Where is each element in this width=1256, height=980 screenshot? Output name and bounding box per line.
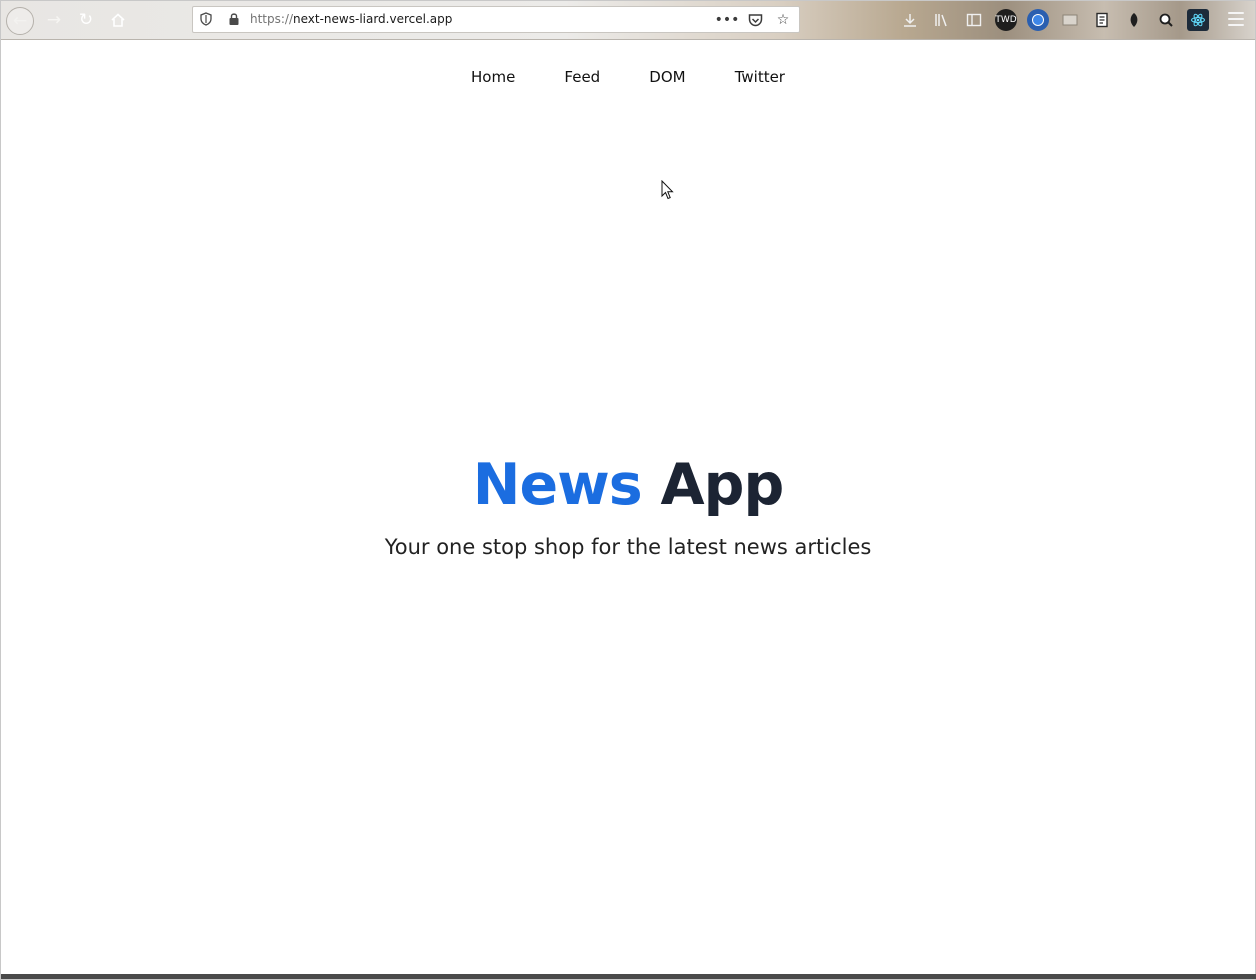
url-protocol: https:// bbox=[250, 12, 294, 26]
back-button[interactable]: ← bbox=[6, 7, 34, 35]
url-text[interactable]: https://next-news-liard.vercel.app bbox=[250, 12, 452, 26]
forward-arrow-icon: → bbox=[46, 9, 62, 30]
lock-icon[interactable] bbox=[228, 12, 240, 26]
reload-button[interactable]: ↻ bbox=[73, 7, 99, 33]
hero-section: News App Your one stop shop for the late… bbox=[2, 450, 1254, 559]
globe-extension-icon[interactable] bbox=[1027, 9, 1049, 31]
taskbar-edge bbox=[1, 974, 1256, 979]
shield-icon[interactable] bbox=[200, 12, 212, 26]
page-subtitle: Your one stop shop for the latest news a… bbox=[384, 535, 872, 560]
star-icon[interactable]: ☆ bbox=[773, 10, 793, 30]
react-devtools-icon[interactable] bbox=[1187, 9, 1209, 31]
browser-toolbar: ← → ↻ https://next-news-liard.vercel.app bbox=[1, 1, 1255, 40]
title-accent-word: News bbox=[472, 452, 643, 518]
sidebar-icon[interactable] bbox=[963, 9, 985, 31]
search-extension-icon[interactable] bbox=[1155, 9, 1177, 31]
nav-link-feed[interactable]: Feed bbox=[564, 68, 600, 86]
page-content: Home Feed DOM Twitter News App Your one … bbox=[2, 40, 1254, 975]
screenshot-extension-icon[interactable] bbox=[1059, 9, 1081, 31]
forward-button[interactable]: → bbox=[41, 7, 67, 33]
library-icon[interactable] bbox=[931, 9, 953, 31]
mouse-cursor-icon bbox=[661, 180, 674, 200]
twd-badge-text: TWD bbox=[995, 15, 1017, 25]
page-title: News App bbox=[2, 450, 1254, 521]
browser-window: ← → ↻ https://next-news-liard.vercel.app bbox=[0, 0, 1256, 980]
title-rest-word: App bbox=[660, 452, 785, 518]
download-icon[interactable] bbox=[899, 9, 921, 31]
more-dots-icon[interactable]: ••• bbox=[715, 10, 740, 30]
home-icon bbox=[111, 13, 125, 27]
twd-extension-icon[interactable]: TWD bbox=[995, 9, 1017, 31]
reload-icon: ↻ bbox=[78, 9, 94, 30]
page-actions: ••• ☆ bbox=[715, 10, 793, 30]
url-host: next-news-liard.vercel.app bbox=[293, 12, 453, 26]
site-nav: Home Feed DOM Twitter bbox=[2, 67, 1254, 86]
nav-link-home[interactable]: Home bbox=[471, 68, 515, 86]
extensions-toolbar: TWD bbox=[899, 8, 1209, 32]
notes-extension-icon[interactable] bbox=[1091, 9, 1113, 31]
url-bar[interactable]: https://next-news-liard.vercel.app ••• ☆ bbox=[192, 6, 800, 33]
leaf-extension-icon[interactable] bbox=[1123, 9, 1145, 31]
hamburger-menu-icon[interactable] bbox=[1225, 9, 1247, 29]
home-button[interactable] bbox=[105, 7, 131, 33]
nav-link-twitter[interactable]: Twitter bbox=[735, 68, 785, 86]
nav-link-dom[interactable]: DOM bbox=[649, 68, 685, 86]
pocket-icon[interactable] bbox=[745, 10, 765, 30]
back-arrow-icon: ← bbox=[12, 10, 28, 31]
